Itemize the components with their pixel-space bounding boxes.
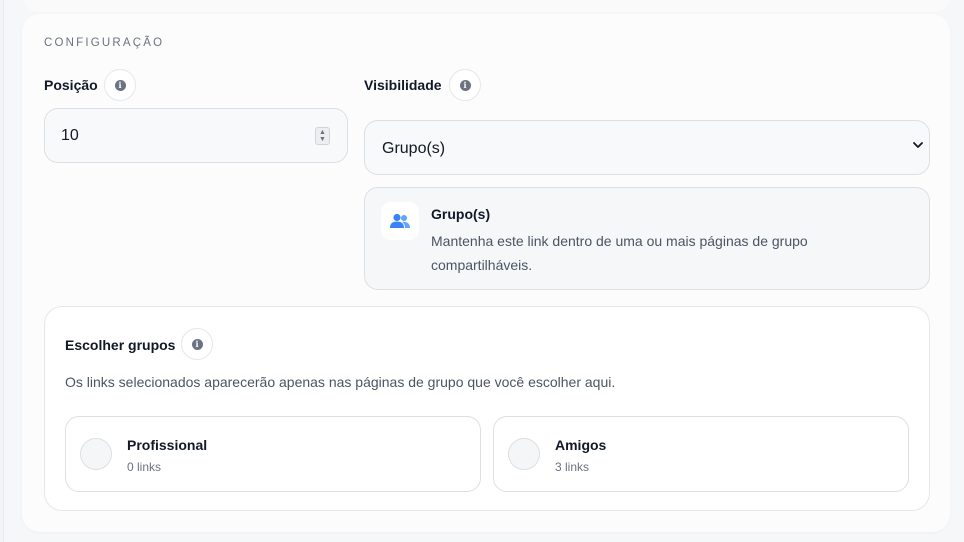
previous-card — [22, 0, 950, 12]
group-option-profissional[interactable]: Profissional 0 links — [65, 416, 481, 492]
visibility-selected-value: Grupo(s) — [382, 140, 446, 157]
description-title: Grupo(s) — [431, 206, 491, 222]
chevron-up-icon: ▲ — [319, 129, 326, 136]
choose-groups-panel: Escolher grupos i Os links selecionados … — [44, 306, 930, 511]
choose-groups-subtitle: Os links selecionados aparecerão apenas … — [65, 374, 616, 390]
position-info-button[interactable]: i — [104, 69, 136, 101]
visibility-select[interactable]: Grupo(s) — [364, 120, 930, 175]
position-input[interactable]: 10 ▲ ▼ — [44, 108, 348, 163]
position-label: Posição — [44, 77, 98, 93]
choose-groups-title: Escolher grupos — [65, 337, 176, 353]
info-icon: i — [191, 338, 203, 350]
description-text: Mantenha este link dentro de uma ou mais… — [431, 233, 808, 273]
users-icon — [381, 202, 419, 240]
group-option-count: 3 links — [555, 460, 590, 474]
position-value: 10 — [61, 127, 79, 144]
info-icon: i — [114, 79, 126, 91]
radio-button[interactable] — [80, 438, 112, 470]
visibility-label: Visibilidade — [364, 77, 442, 93]
position-stepper[interactable]: ▲ ▼ — [315, 127, 330, 145]
group-option-name: Amigos — [555, 437, 607, 453]
chevron-down-icon — [912, 139, 924, 154]
group-option-count: 0 links — [127, 460, 162, 474]
visibility-info-button[interactable]: i — [449, 69, 481, 101]
section-title: CONFIGURAÇÃO — [44, 37, 165, 49]
radio-button[interactable] — [508, 438, 540, 470]
group-option-amigos[interactable]: Amigos 3 links — [493, 416, 909, 492]
visibility-description: Grupo(s) Mantenha este link dentro de um… — [364, 187, 930, 290]
info-icon: i — [459, 79, 471, 91]
chevron-down-icon: ▼ — [319, 136, 326, 143]
choose-groups-info-button[interactable]: i — [181, 328, 213, 360]
group-option-name: Profissional — [127, 437, 208, 453]
